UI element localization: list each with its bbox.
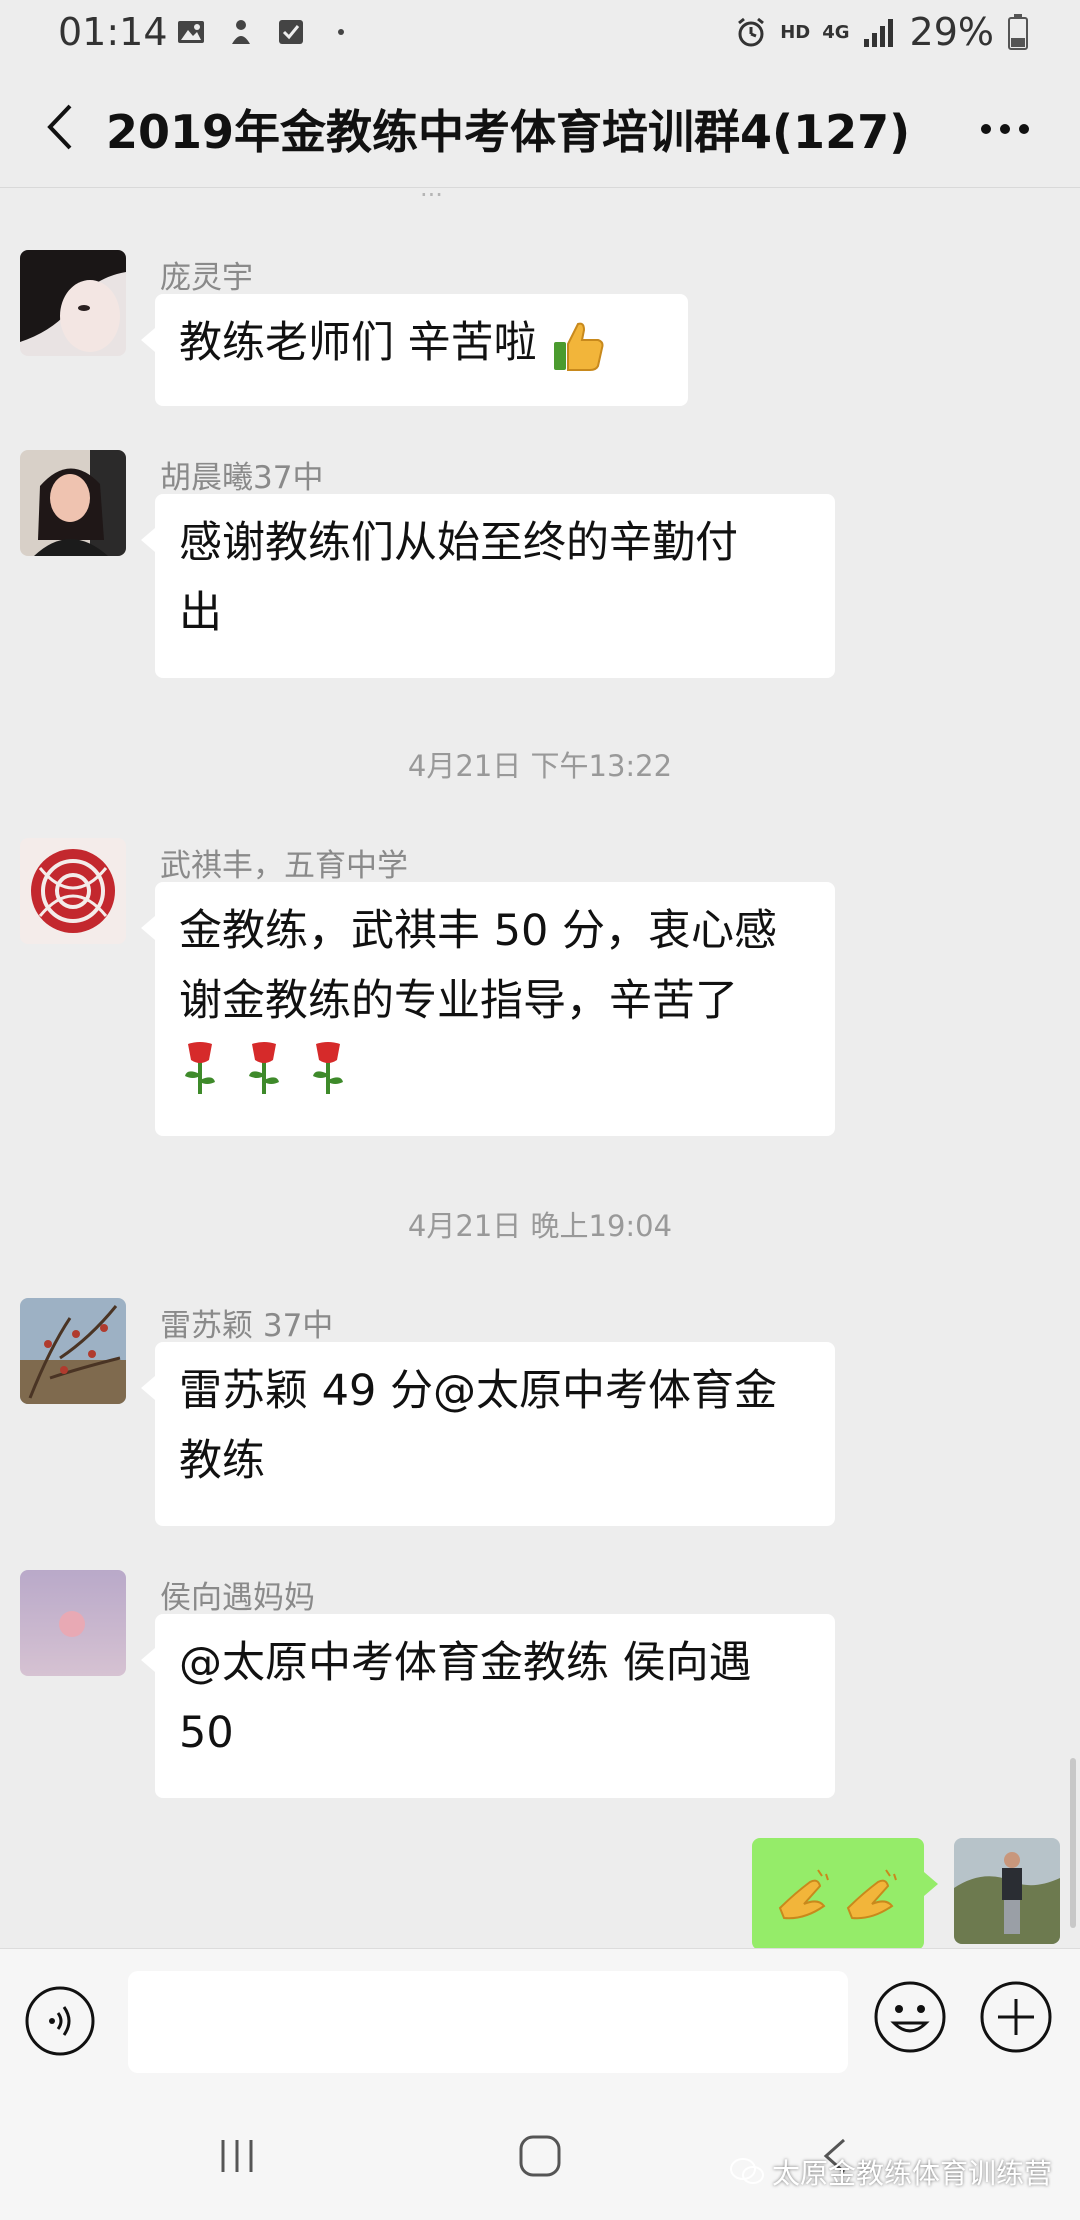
scrollbar[interactable]: [1070, 1758, 1076, 1928]
message-bubble[interactable]: @太原中考体育金教练 侯向遇 50: [141, 1614, 835, 1798]
avatar-image: [20, 450, 126, 556]
avatar-image: [20, 1298, 126, 1404]
cut-off-text: ...: [420, 188, 443, 202]
sender-name: 胡晨曦37中: [160, 460, 324, 496]
more-options-button[interactable]: [970, 94, 1040, 164]
message-list[interactable]: ... 庞灵宇 教练老师们 辛苦啦 胡晨曦37中 感谢教练们从始至终的辛勤付 出…: [0, 188, 1080, 1948]
timestamp: 4月21日 下午13:22: [407, 749, 673, 783]
message-text-line: 谢金教练的专业指导，辛苦了: [179, 976, 738, 1026]
status-time: 01:14: [58, 10, 168, 54]
my-message-bubble[interactable]: [752, 1838, 938, 1948]
back-arrow-icon: [47, 104, 72, 150]
image-notification-icon: [178, 21, 204, 43]
plus-icon: [980, 1981, 1052, 2053]
message-text-line: 金教练，武祺丰 50 分，衷心感: [179, 906, 778, 956]
message-bubble[interactable]: 感谢教练们从始至终的辛勤付 出: [141, 494, 835, 678]
voice-icon: [25, 1986, 95, 2056]
home-icon: [519, 2135, 561, 2177]
message-text-line: 50: [179, 1708, 234, 1758]
avatar[interactable]: [20, 450, 126, 556]
my-avatar[interactable]: [954, 1838, 1060, 1944]
avatar[interactable]: [20, 1298, 126, 1404]
message-text-line: 出: [179, 588, 222, 638]
status-right: HD 4G 29%: [734, 10, 1030, 54]
message-bubble[interactable]: 金教练，武祺丰 50 分，衷心感 谢金教练的专业指导，辛苦了: [141, 882, 835, 1136]
emoji-button[interactable]: [872, 1979, 948, 2055]
chat-title: 2019年金教练中考体育培训群4(127): [106, 105, 911, 159]
message-text: 教练老师们 辛苦啦: [179, 318, 537, 368]
avatar[interactable]: [20, 1570, 126, 1676]
message-text-line: 雷苏颖 49 分@太原中考体育金: [179, 1366, 778, 1416]
wechat-logo-icon: [730, 2158, 764, 2184]
clapping-hands-icon: [778, 1869, 829, 1920]
message-text-line: 教练: [179, 1436, 265, 1486]
hd-indicator: HD: [780, 21, 811, 43]
message-input[interactable]: [128, 1971, 848, 2073]
avatar[interactable]: [20, 838, 126, 944]
home-button[interactable]: [516, 2132, 564, 2180]
rose-icon: [249, 1042, 279, 1094]
sender-name: 雷苏颖 37中: [160, 1308, 334, 1344]
avatar[interactable]: [20, 250, 126, 356]
app-notification-icon: [232, 20, 250, 44]
system-nav-bar: 太原金教练体育训练营: [0, 2090, 1080, 2220]
emoji-row: [179, 1036, 811, 1096]
network-type: 4G: [822, 21, 850, 43]
back-button[interactable]: [30, 92, 90, 162]
more-dots-icon: [981, 124, 1029, 134]
watermark: 太原金教练体育训练营: [730, 2152, 1052, 2192]
notification-icons: [175, 16, 357, 48]
message-bubble[interactable]: 雷苏颖 49 分@太原中考体育金 教练: [141, 1342, 835, 1526]
avatar-image: [20, 250, 126, 356]
chat-screen: 01:14 HD 4G 29% 2019年金教练中考体育培训群4(127) ..…: [0, 0, 1080, 2220]
rose-icon: [185, 1042, 215, 1094]
rose-icon: [313, 1042, 343, 1094]
avatar-image: [20, 838, 126, 944]
smiley-icon: [874, 1981, 946, 2053]
message-text-line: @太原中考体育金教练 侯向遇: [179, 1638, 752, 1688]
sender-name: 侯向遇妈妈: [160, 1580, 315, 1616]
dot-icon: [338, 29, 344, 35]
alarm-icon: [738, 17, 765, 47]
message-bubble[interactable]: 教练老师们 辛苦啦: [141, 294, 688, 406]
sender-name: 庞灵宇: [160, 260, 253, 296]
battery-icon: [1008, 14, 1028, 50]
recent-apps-button[interactable]: [215, 2136, 259, 2176]
more-functions-button[interactable]: [978, 1979, 1054, 2055]
message-text-line: 感谢教练们从始至终的辛勤付: [179, 518, 738, 568]
voice-input-button[interactable]: [24, 1985, 96, 2057]
avatar-image: [954, 1838, 1060, 1944]
avatar-image: [20, 1570, 126, 1676]
sender-name: 武祺丰，五育中学: [160, 848, 408, 884]
thumbs-up-icon: [554, 322, 604, 371]
chat-header: 2019年金教练中考体育培训群4(127): [0, 66, 1080, 188]
input-bar: [0, 1948, 1080, 2090]
timestamp: 4月21日 晚上19:04: [407, 1209, 673, 1243]
clapping-hands-icon: [846, 1869, 897, 1920]
battery-percent: 29%: [909, 10, 994, 54]
recent-apps-icon: [221, 2140, 253, 2172]
checkbox-notification-icon: [279, 20, 303, 44]
watermark-text: 太原金教练体育训练营: [772, 2157, 1053, 2190]
signal-icon: [863, 19, 893, 47]
status-bar: 01:14 HD 4G 29%: [0, 0, 1080, 66]
